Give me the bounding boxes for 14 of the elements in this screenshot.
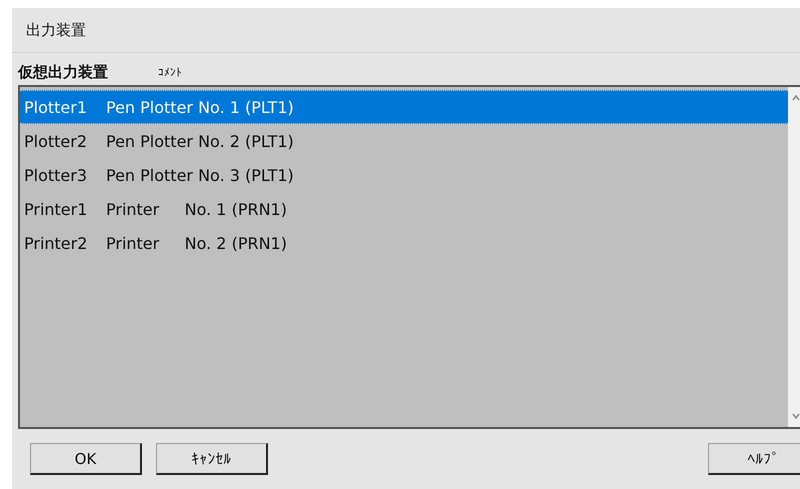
help-button[interactable]: ﾍﾙﾌﾟ (708, 443, 800, 475)
ok-button[interactable]: OK (30, 443, 142, 475)
list-item[interactable]: Plotter2 Pen Plotter No. 2 (PLT1) (20, 124, 788, 158)
list-item[interactable]: Plotter3 Pen Plotter No. 3 (PLT1) (20, 158, 788, 192)
scroll-down-icon[interactable] (792, 413, 800, 419)
scroll-up-icon[interactable] (792, 95, 800, 101)
cancel-button[interactable]: ｷｬﾝｾﾙ (156, 443, 268, 475)
column-header: ｺﾒﾝﾄ (158, 66, 182, 78)
window-title: 出力装置 (26, 20, 86, 40)
scrollbar[interactable] (788, 85, 800, 429)
list-item[interactable]: Printer1 Printer No. 1 (PRN1) (20, 192, 788, 226)
list-item[interactable]: Printer2 Printer No. 2 (PRN1) (20, 226, 788, 260)
column-header: 仮想出力装置 (18, 62, 109, 82)
list-item[interactable]: Plotter1 Pen Plotter No. 1 (PLT1) (20, 90, 788, 124)
